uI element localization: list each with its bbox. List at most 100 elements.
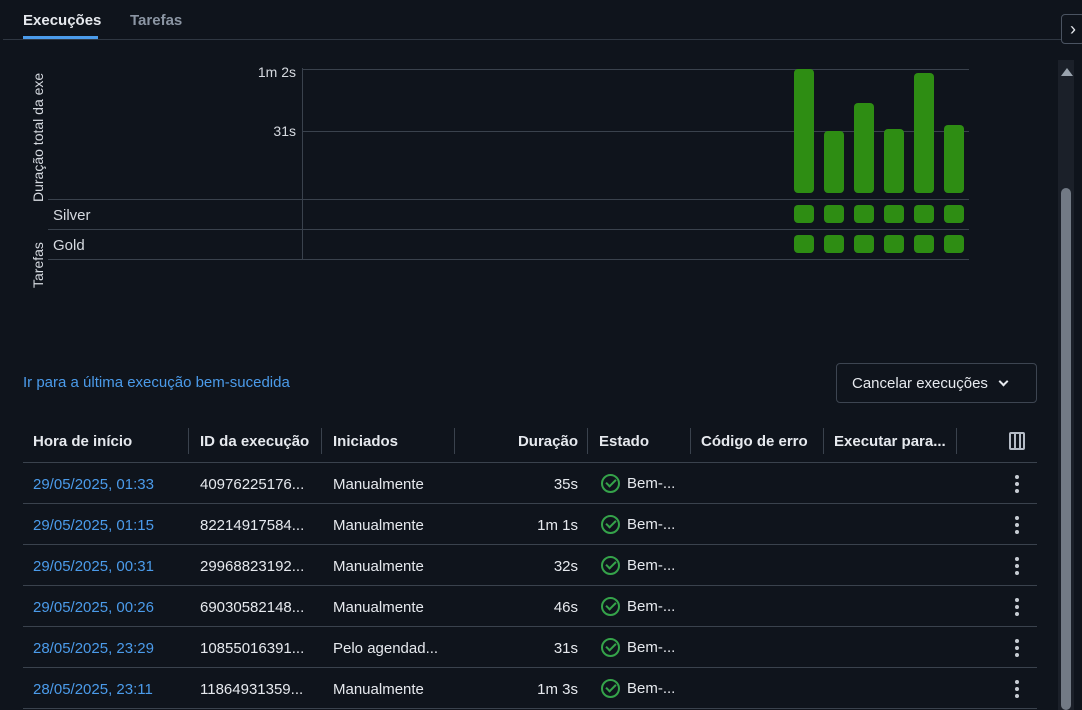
gridline-gold (48, 229, 969, 230)
table-row[interactable]: 28/05/2025, 23:29 10855016391... Pelo agen… (23, 627, 1037, 668)
status-text: Bem-... (627, 557, 676, 574)
table-row[interactable]: 29/05/2025, 00:31 29968823192... Manualmen… (23, 545, 1037, 586)
header-state[interactable]: Estado (599, 433, 649, 450)
duration-bar[interactable] (824, 131, 844, 193)
run-id: 82214917584... (200, 517, 305, 534)
task-status-silver[interactable] (914, 205, 934, 223)
task-status-gold[interactable] (854, 235, 874, 253)
table-row[interactable]: 29/05/2025, 01:15 82214917584... Manualmen… (23, 504, 1037, 545)
more-options-icon[interactable] (1011, 515, 1023, 535)
triggered-by: Pelo agendad... (333, 640, 439, 657)
task-status-gold[interactable] (914, 235, 934, 253)
task-status-silver[interactable] (824, 205, 844, 223)
table-body: 29/05/2025, 01:33 40976225176... Manualmen… (23, 463, 1037, 709)
tab-tarefas[interactable]: Tarefas (130, 12, 182, 29)
run-id: 29968823192... (200, 558, 305, 575)
column-separator[interactable] (587, 428, 588, 454)
start-time-link[interactable]: 28/05/2025, 23:29 (33, 640, 154, 657)
status-cell: Bem-... (601, 556, 675, 575)
active-tab-indicator (23, 36, 98, 39)
table-row[interactable]: 28/05/2025, 23:11 11864931359... Manualmen… (23, 668, 1037, 709)
task-status-gold[interactable] (884, 235, 904, 253)
status-cell: Bem-... (601, 679, 675, 698)
more-options-icon[interactable] (1011, 638, 1023, 658)
check-circle-icon (601, 679, 620, 698)
start-time-link[interactable]: 29/05/2025, 00:26 (33, 599, 154, 616)
scroll-up-arrow-icon[interactable] (1061, 68, 1073, 76)
table-row[interactable]: 29/05/2025, 00:26 69030582148... Manualmen… (23, 586, 1037, 627)
triggered-by: Manualmente (333, 517, 424, 534)
scrollbar-thumb[interactable] (1061, 188, 1071, 710)
duration: 1m 1s (537, 517, 578, 534)
column-separator[interactable] (690, 428, 691, 454)
task-status-gold[interactable] (794, 235, 814, 253)
table-header: Hora de início ID da execução Iniciados … (23, 422, 1037, 463)
chart-axis-line (302, 68, 303, 260)
check-circle-icon (601, 597, 620, 616)
status-text: Bem-... (627, 516, 676, 533)
start-time-link[interactable]: 29/05/2025, 01:15 (33, 517, 154, 534)
run-id: 69030582148... (200, 599, 305, 616)
header-triggered[interactable]: Iniciados (333, 433, 398, 450)
last-success-link[interactable]: Ir para a última execução bem-sucedida (23, 374, 290, 391)
task-status-silver[interactable] (884, 205, 904, 223)
triggered-by: Manualmente (333, 476, 424, 493)
duration-bar[interactable] (944, 125, 964, 193)
more-options-icon[interactable] (1011, 679, 1023, 699)
columns-icon[interactable] (1009, 432, 1025, 450)
duration: 1m 3s (537, 681, 578, 698)
start-time-link[interactable]: 29/05/2025, 01:33 (33, 476, 154, 493)
more-options-icon[interactable] (1011, 556, 1023, 576)
check-circle-icon (601, 556, 620, 575)
y-axis-label: Duração total da exe (30, 72, 46, 202)
status-cell: Bem-... (601, 474, 675, 493)
check-circle-icon (601, 638, 620, 657)
duration: 31s (553, 640, 578, 657)
run-id: 10855016391... (200, 640, 305, 657)
cancel-runs-button[interactable]: Cancelar execuções (836, 363, 1037, 403)
status-cell: Bem-... (601, 597, 675, 616)
y-tick-label: 1m 2s (257, 64, 296, 80)
start-time-link[interactable]: 29/05/2025, 00:31 (33, 558, 154, 575)
more-options-icon[interactable] (1011, 597, 1023, 617)
header-error-code[interactable]: Código de erro (701, 433, 808, 450)
header-run-id[interactable]: ID da execução (200, 433, 309, 450)
column-separator[interactable] (321, 428, 322, 454)
more-options-icon[interactable] (1011, 474, 1023, 494)
run-id: 11864931359... (200, 681, 304, 698)
y-tick-label: 31s (273, 123, 296, 139)
status-text: Bem-... (627, 598, 676, 615)
triggered-by: Manualmente (333, 558, 424, 575)
task-status-silver[interactable] (854, 205, 874, 223)
start-time-link[interactable]: 28/05/2025, 23:11 (33, 681, 153, 698)
task-status-gold[interactable] (944, 235, 964, 253)
tab-bar: Execuções Tarefas (3, 0, 1082, 40)
duration: 46s (553, 599, 578, 616)
duration-bar[interactable] (914, 73, 934, 193)
column-separator[interactable] (823, 428, 824, 454)
status-text: Bem-... (627, 680, 676, 697)
chevron-right-icon[interactable]: › (1061, 14, 1082, 44)
tab-execucoes[interactable]: Execuções (23, 12, 101, 29)
header-start-time[interactable]: Hora de início (33, 433, 132, 450)
duration-bar[interactable] (854, 103, 874, 193)
table-row[interactable]: 29/05/2025, 01:33 40976225176... Manualmen… (23, 463, 1037, 504)
runs-chart: Duração total da exe Tarefas 1m 2s 31s S… (0, 50, 1000, 310)
header-run-as[interactable]: Executar para... (834, 433, 946, 450)
check-circle-icon (601, 515, 620, 534)
duration: 32s (553, 558, 578, 575)
task-label-silver: Silver (53, 207, 91, 224)
duration-bar[interactable] (794, 69, 814, 193)
gridline-bottom (48, 259, 969, 260)
task-status-silver[interactable] (944, 205, 964, 223)
task-status-silver[interactable] (794, 205, 814, 223)
column-separator[interactable] (188, 428, 189, 454)
header-duration[interactable]: Duração (518, 433, 578, 450)
triggered-by: Manualmente (333, 681, 424, 698)
status-cell: Bem-... (601, 515, 675, 534)
task-status-gold[interactable] (824, 235, 844, 253)
duration-bar[interactable] (884, 129, 904, 193)
duration: 35s (553, 476, 578, 493)
column-separator[interactable] (454, 428, 455, 454)
column-separator[interactable] (956, 428, 957, 454)
